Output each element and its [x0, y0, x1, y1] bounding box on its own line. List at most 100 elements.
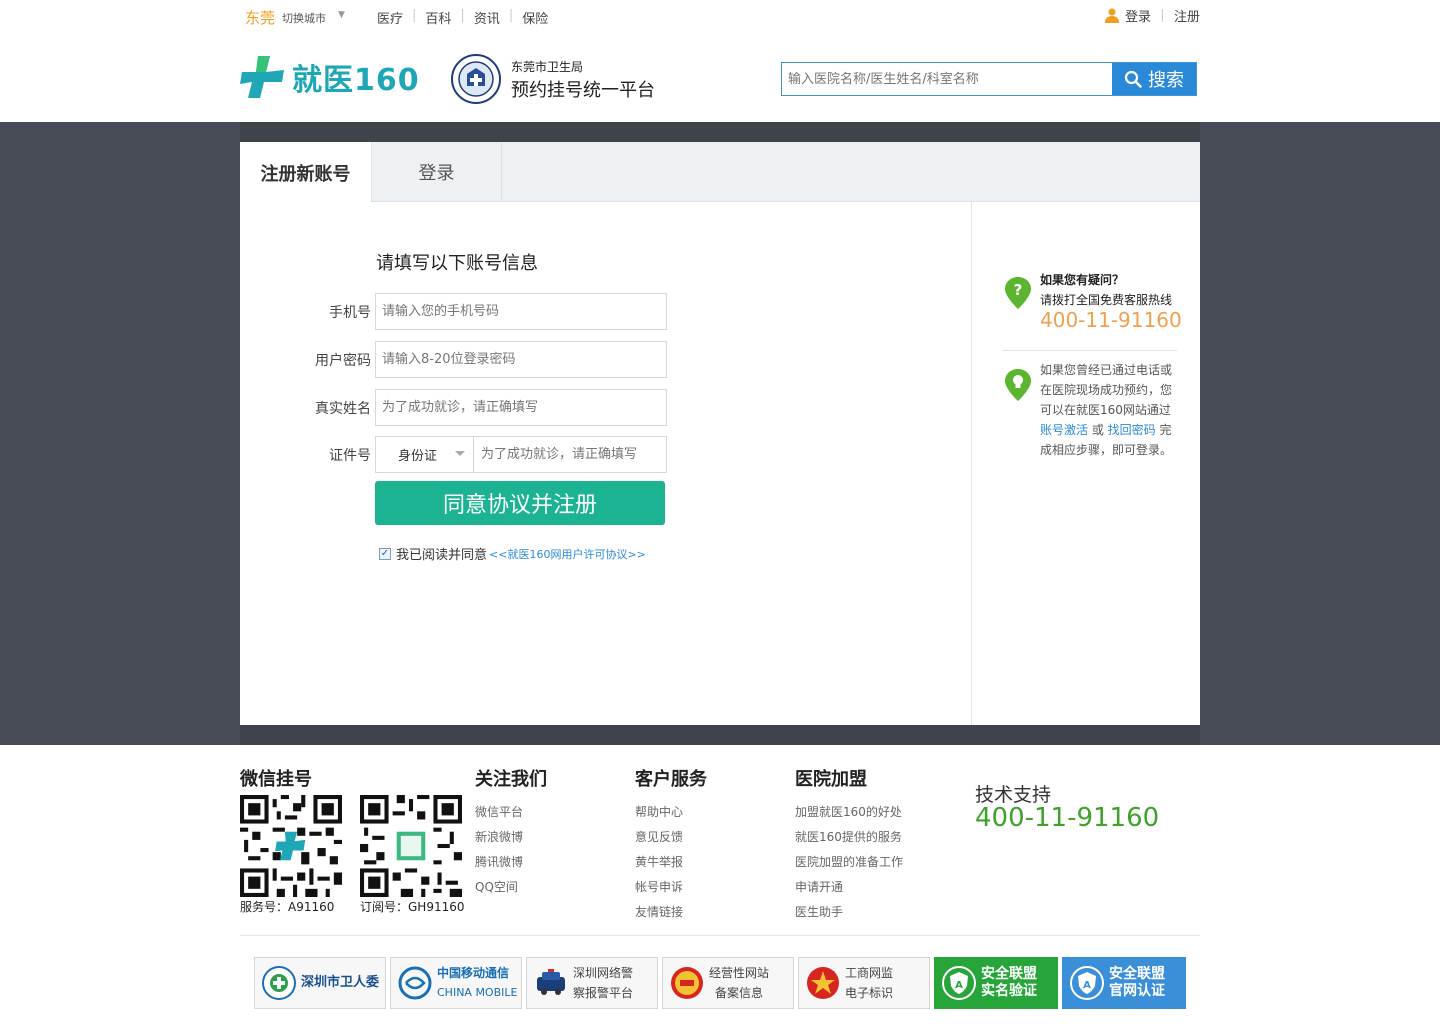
license-agreement-link[interactable]: <<就医160网用户许可协议>> [489, 546, 646, 562]
hotline-number: 400-11-91160 [1040, 308, 1182, 332]
nav-item-insurance[interactable]: 保险 [522, 8, 548, 27]
nav-item-news[interactable]: 资讯 [474, 8, 500, 27]
badge-website-filing[interactable]: 经营性网站 备案信息 [662, 957, 794, 1009]
badge-line2: 实名验证 [981, 983, 1037, 999]
footer-link-qzone[interactable]: QQ空间 [475, 875, 523, 900]
real-name-input[interactable] [376, 390, 666, 425]
service-account-caption: 服务号：A91160 [240, 900, 335, 914]
customer-service-list: 帮助中心 意见反馈 黄牛举报 帐号申诉 友情链接 [635, 800, 683, 925]
badge-industry-commerce[interactable]: 工商网监 电子标识 [798, 957, 930, 1009]
register-panel: 注册新账号 登录 请填写以下账号信息 手机号 用户密码 真实姓名 证件号 身份证 [240, 142, 1200, 725]
footer-link-doctor-assistant[interactable]: 医生助手 [795, 900, 903, 925]
agree-checkbox[interactable]: ✓ [379, 547, 391, 560]
footer: 微信挂号 服务号：A91160 订阅号：GH91160 关注我们 微信平台 新浪… [240, 745, 1200, 1026]
search-icon [1124, 70, 1142, 88]
agree-register-button[interactable]: 同意协议并注册 [375, 481, 665, 525]
health-committee-seal-icon [262, 966, 296, 1000]
tab-register[interactable]: 注册新账号 [240, 142, 371, 203]
china-mobile-logo-icon [398, 966, 432, 1000]
hospital-join-list: 加盟就医160的好处 就医160提供的服务 医院加盟的准备工作 申请开通 医生助… [795, 800, 903, 925]
name-label: 真实姓名 [315, 401, 371, 417]
qr-code-subscription-icon [360, 795, 462, 897]
badge-line2: 备案信息 [715, 986, 764, 1000]
phone-label: 手机号 [329, 305, 371, 321]
nav-divider: | [412, 8, 417, 23]
side-divider [1003, 350, 1177, 351]
svg-text:A: A [955, 980, 963, 991]
footer-link-sina-weibo[interactable]: 新浪微博 [475, 825, 523, 850]
svg-text:A: A [1083, 980, 1091, 991]
shield-icon: A [942, 966, 976, 1000]
footer-link-apply[interactable]: 申请开通 [795, 875, 903, 900]
nav-divider: | [508, 8, 514, 23]
id-type-select[interactable]: 身份证 [376, 437, 474, 472]
help-info-text: 如果您曾经已通过电话或在医院现场成功预约，您可以在就医160网站通过账号激活 或… [1040, 360, 1176, 460]
agree-text: 我已阅读并同意 [396, 548, 488, 563]
name-row: 真实姓名 [240, 389, 670, 426]
cross-logo-icon [240, 56, 284, 98]
password-input[interactable] [376, 342, 666, 377]
footer-link-services[interactable]: 就医160提供的服务 [795, 825, 903, 850]
badge-text: 工商网监 电子标识 [845, 963, 893, 1003]
search-button-label: 搜索 [1148, 70, 1184, 91]
chevron-down-icon[interactable]: ▼ [338, 10, 345, 20]
id-number-input[interactable] [475, 437, 765, 472]
band-stripe [240, 122, 1200, 142]
top-nav: 医疗 | 百科 | 资讯 | 保险 [377, 8, 548, 27]
site-logo[interactable]: 就医160 [240, 54, 420, 100]
wechat-title: 微信挂号 [240, 769, 312, 790]
agreement-row: ✓ 我已阅读并同意 <<就医160网用户许可协议>> [379, 544, 646, 563]
recover-password-link[interactable]: 找回密码 [1108, 423, 1156, 437]
badge-security-official[interactable]: A 安全联盟 官网认证 [1062, 957, 1186, 1009]
footer-link-wechat[interactable]: 微信平台 [475, 800, 523, 825]
badge-line2: 官网认证 [1109, 983, 1165, 999]
badge-line2: CHINA MOBILE [437, 986, 518, 999]
search-button[interactable]: 搜索 [1112, 63, 1196, 95]
badge-security-realname[interactable]: A 安全联盟 实名验证 [934, 957, 1058, 1009]
tab-bar: 注册新账号 登录 [240, 142, 1200, 203]
badge-china-mobile[interactable]: 中国移动通信 CHINA MOBILE [390, 957, 522, 1009]
band-stripe [240, 725, 1200, 745]
password-field-box [375, 341, 667, 378]
phone-field-box [375, 293, 667, 330]
footer-link-feedback[interactable]: 意见反馈 [635, 825, 683, 850]
search-box: 搜索 [781, 62, 1197, 96]
badge-line1: 深圳网络警 [573, 966, 634, 980]
divider [1161, 9, 1163, 22]
help-info-part1: 如果您曾经已通过电话或在医院现场成功预约，您可以在就医160网站通过 [1040, 363, 1173, 417]
footer-link-join-benefits[interactable]: 加盟就医160的好处 [795, 800, 903, 825]
footer-link-join-prep[interactable]: 医院加盟的准备工作 [795, 850, 903, 875]
account-activate-link[interactable]: 账号激活 [1040, 423, 1088, 437]
footer-link-friend-links[interactable]: 友情链接 [635, 900, 683, 925]
nav-divider: | [460, 8, 465, 23]
switch-city-link[interactable]: 切换城市 [282, 10, 326, 26]
footer-link-tencent-weibo[interactable]: 腾讯微博 [475, 850, 523, 875]
name-field-box [375, 389, 667, 426]
tab-login[interactable]: 登录 [371, 142, 502, 202]
nav-item-encyclopedia[interactable]: 百科 [425, 8, 451, 27]
search-input[interactable] [782, 63, 1112, 95]
badge-line2: 电子标识 [845, 986, 894, 1000]
footer-link-account-appeal[interactable]: 帐号申诉 [635, 875, 683, 900]
form-title: 请填写以下账号信息 [376, 253, 538, 274]
logo-text: 就医160 [292, 63, 420, 98]
id-label: 证件号 [329, 448, 371, 464]
footer-link-scalper-report[interactable]: 黄牛举报 [635, 850, 683, 875]
badge-police-report[interactable]: 深圳网络警 察报警平台 [526, 957, 658, 1009]
top-bar: 东莞 切换城市 ▼ 医疗 | 百科 | 资讯 | 保险 登录 注册 [240, 0, 1200, 34]
current-city[interactable]: 东莞 [245, 7, 275, 28]
footer-link-help[interactable]: 帮助中心 [635, 800, 683, 825]
badge-shenzhen-health[interactable]: 深圳市卫人委 [254, 957, 386, 1009]
password-label: 用户密码 [315, 353, 371, 369]
help-info-or: 或 [1088, 423, 1108, 437]
follow-us-list: 微信平台 新浪微博 腾讯微博 QQ空间 [475, 800, 523, 900]
badge-line2: 察报警平台 [573, 986, 634, 1000]
phone-input[interactable] [376, 294, 666, 329]
login-link[interactable]: 登录 [1125, 6, 1151, 25]
police-car-icon [537, 969, 565, 995]
register-link[interactable]: 注册 [1174, 6, 1200, 25]
id-row: 证件号 身份证 [240, 436, 765, 473]
user-icon [1104, 8, 1119, 23]
nav-item-medical[interactable]: 医疗 [377, 8, 403, 27]
badge-text: 经营性网站 备案信息 [709, 963, 769, 1003]
